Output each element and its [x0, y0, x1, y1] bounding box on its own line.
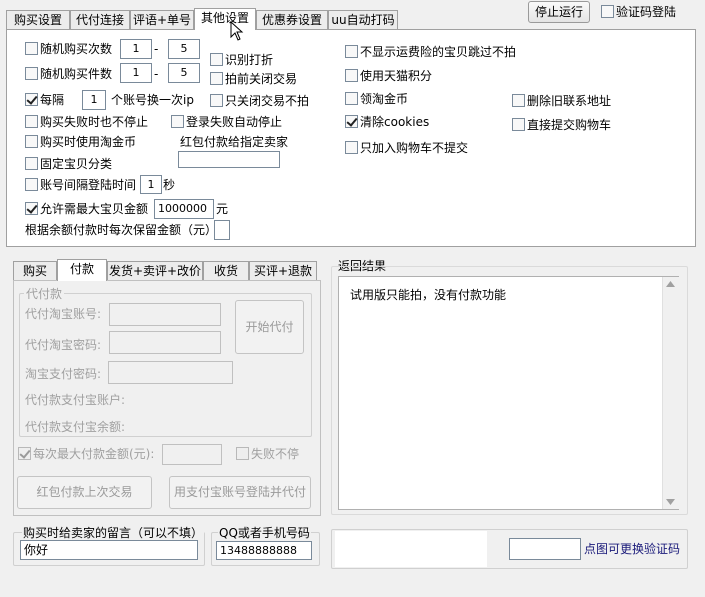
direct-cart-label: 直接提交购物车 [527, 118, 612, 132]
tab-other-settings[interactable]: 其他设置 [194, 8, 256, 30]
tab-uu-captcha[interactable]: uu自动打码 [328, 10, 398, 30]
max-amount-checkbox[interactable] [25, 202, 38, 215]
no-stop-on-fail-label: 购买失败时也不停止 [40, 115, 149, 129]
only-close-label: 只关闭交易不拍 [225, 94, 310, 108]
tab-coupon-settings[interactable]: 优惠券设置 [256, 10, 328, 30]
random-buy-pieces-dash: - [154, 67, 159, 81]
identify-discount-checkbox[interactable] [210, 53, 223, 66]
max-pay-label: 每次最大付款金额(元): [33, 447, 155, 461]
no-stop-on-fail-checkbox[interactable] [25, 115, 38, 128]
verify-login-checkbox[interactable] [601, 5, 614, 18]
every-input[interactable]: 1 [82, 90, 106, 110]
message-input[interactable]: 你好 [20, 540, 198, 560]
fixed-category-label: 固定宝贝分类 [40, 157, 113, 171]
proxy-account-label: 代付淘宝账号: [25, 307, 102, 321]
login-interval-checkbox[interactable] [25, 178, 38, 191]
only-cart-checkbox[interactable] [345, 141, 358, 154]
reserve-amount-label: 根据余额付款时每次保留金额（元） [25, 223, 218, 237]
proxy-account-input[interactable] [109, 303, 221, 326]
no-freight-checkbox[interactable] [345, 45, 358, 58]
tmall-points-checkbox[interactable] [345, 69, 358, 82]
max-pay-checkbox[interactable] [18, 447, 31, 460]
random-buy-pieces-label: 随机购买件数 [40, 67, 113, 81]
reserve-amount-input[interactable] [214, 220, 230, 240]
start-proxy-pay-button[interactable]: 开始代付 [235, 300, 304, 354]
delete-old-contact-label: 删除旧联系地址 [527, 94, 612, 108]
random-buy-count-checkbox[interactable] [25, 42, 38, 55]
subtab-receive[interactable]: 收货 [203, 261, 249, 281]
close-before-label: 拍前关闭交易 [225, 72, 298, 86]
tab-buy-settings[interactable]: 购买设置 [6, 10, 70, 30]
alipay-balance-label: 代付款支付宝余额: [25, 420, 126, 434]
clear-cookies-checkbox[interactable] [345, 115, 358, 128]
subtab-review-refund[interactable]: 买评+退款 [249, 261, 317, 281]
claim-coin-label: 领淘金币 [360, 92, 409, 106]
verify-login-label: 验证码登陆 [616, 5, 677, 19]
stop-button[interactable]: 停止运行 [528, 1, 590, 23]
delete-old-contact-checkbox[interactable] [512, 94, 525, 107]
result-text: 试用版只能拍，没有付款功能 [350, 288, 507, 302]
redpack-last-button[interactable]: 红包付款上次交易 [17, 476, 152, 509]
use-taobao-coin-label: 购买时使用淘金币 [40, 135, 137, 149]
captcha-image[interactable] [335, 531, 487, 567]
every-suffix: 个账号换一次ip [111, 93, 194, 107]
random-buy-count-max[interactable]: 5 [168, 39, 200, 59]
random-buy-pieces-max[interactable]: 5 [168, 63, 200, 83]
every-label: 每隔 [40, 93, 65, 107]
message-label: 购买时给卖家的留言（可以不填） [22, 526, 205, 540]
random-buy-count-min[interactable]: 1 [120, 39, 152, 59]
use-taobao-coin-checkbox[interactable] [25, 135, 38, 148]
proxy-password-label: 代付淘宝密码: [25, 338, 102, 352]
qq-label: QQ或者手机号码 [218, 526, 311, 540]
scroll-down-icon[interactable] [666, 499, 675, 505]
proxy-pay-group-title: 代付款 [24, 287, 65, 301]
qq-input[interactable]: 13488888888 [216, 541, 312, 560]
max-amount-label: 允许需最大宝贝金额 [40, 202, 149, 216]
redpack-seller-input[interactable] [178, 151, 280, 168]
fail-continue-checkbox[interactable] [236, 447, 249, 460]
login-interval-suffix: 秒 [163, 178, 176, 192]
only-close-checkbox[interactable] [210, 94, 223, 107]
alipay-login-pay-button[interactable]: 用支付宝账号登陆并代付 [169, 476, 311, 509]
change-captcha-link[interactable]: 点图可更换验证码 [584, 542, 680, 556]
identify-discount-label: 识别打折 [225, 53, 274, 67]
tab-review-number[interactable]: 评语+单号 [130, 10, 194, 30]
direct-cart-checkbox[interactable] [512, 118, 525, 131]
max-pay-input[interactable] [162, 444, 222, 465]
subtab-buy[interactable]: 购买 [13, 261, 57, 281]
pay-password-input[interactable] [108, 361, 233, 384]
alipay-account-label: 代付款支付宝账户: [25, 393, 126, 407]
result-textarea[interactable]: 试用版只能拍，没有付款功能 [338, 276, 679, 510]
fixed-category-checkbox[interactable] [25, 157, 38, 170]
clear-cookies-label: 清除cookies [360, 115, 430, 129]
login-fail-stop-label: 登录失败自动停止 [186, 115, 283, 129]
no-freight-label: 不显示运费险的宝贝跳过不拍 [360, 45, 517, 59]
max-amount-suffix: 元 [216, 202, 229, 216]
every-checkbox[interactable] [25, 93, 38, 106]
login-fail-stop-checkbox[interactable] [171, 115, 184, 128]
random-buy-count-label: 随机购买次数 [40, 42, 113, 56]
claim-coin-checkbox[interactable] [345, 92, 358, 105]
only-cart-label: 只加入购物车不提交 [360, 141, 469, 155]
subtab-pay[interactable]: 付款 [57, 259, 107, 281]
random-buy-pieces-checkbox[interactable] [25, 67, 38, 80]
subtab-ship-review[interactable]: 发货+卖评+改价 [107, 261, 203, 281]
result-scrollbar[interactable] [662, 277, 679, 509]
scroll-up-icon[interactable] [666, 281, 675, 287]
tmall-points-label: 使用天猫积分 [360, 69, 433, 83]
pay-password-label: 淘宝支付密码: [25, 367, 102, 381]
other-settings-panel: 随机购买次数 1 - 5 随机购买件数 1 - 5 每隔 1 个账号换一次ip … [6, 29, 696, 247]
max-amount-input[interactable]: 1000000 [154, 199, 214, 219]
captcha-input[interactable] [509, 538, 581, 560]
fail-continue-label: 失败不停 [251, 447, 300, 461]
tab-proxy-link[interactable]: 代付连接 [70, 10, 130, 30]
cursor-icon [230, 21, 244, 41]
close-before-checkbox[interactable] [210, 72, 223, 85]
redpack-seller-label: 红包付款给指定卖家 [180, 135, 289, 149]
random-buy-count-dash: - [154, 42, 159, 56]
login-interval-input[interactable]: 1 [140, 175, 162, 194]
proxy-password-input[interactable] [109, 331, 221, 354]
login-interval-label: 账号间隔登陆时间 [40, 178, 137, 192]
random-buy-pieces-min[interactable]: 1 [120, 63, 152, 83]
